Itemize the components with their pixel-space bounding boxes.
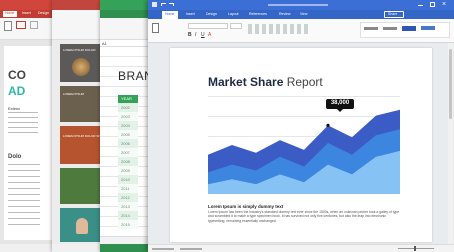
style-no-spacing[interactable] [383,27,397,30]
vertical-scrollbar[interactable] [448,43,453,244]
paste-icon[interactable] [152,23,159,33]
style-heading-1[interactable] [402,26,416,31]
share-label: Share [388,12,398,16]
slide-text-lines-2 [8,164,40,228]
person-image [76,218,88,234]
tab-review[interactable]: Review [279,12,290,16]
cell-reference: A1 [102,41,107,46]
bold-icon[interactable]: B [188,32,192,38]
underline-icon[interactable]: U [201,32,205,38]
writer-ribbon: B I U A [148,19,454,43]
writer-statusbar [148,244,454,252]
chart-title: Market Share Report [208,75,323,89]
slide-text-lines [8,112,38,134]
minimize-icon[interactable] [418,5,423,6]
year-cell[interactable]: 2007 [118,148,138,157]
tab-design[interactable]: Design [206,12,217,16]
chart-title-bold: Market Share [208,75,284,89]
save-icon[interactable] [152,2,157,7]
chart-title-light: Report [286,75,323,89]
title-text-placeholder [268,4,328,6]
year-cell[interactable]: 2006 [118,139,138,148]
year-cell[interactable]: 2010 [118,175,138,184]
styles-gallery[interactable] [360,22,450,38]
paste-icon[interactable] [4,21,12,31]
year-cell[interactable]: 2013 [118,202,138,211]
writer-tabbar: Home Insert Design Layout References Rev… [148,10,454,19]
italic-icon[interactable]: I [195,32,196,38]
callout-value: 38,000 [330,100,350,106]
writer-titlebar: × [148,0,454,10]
tab-insert[interactable]: Insert [22,11,31,15]
tab-insert[interactable]: Insert [186,12,195,16]
paragraph-controls[interactable] [248,24,308,34]
slide-thumb-1[interactable]: LOREM IPSUM DOLOR [60,44,104,82]
zoom-slider[interactable] [398,248,434,249]
font-color-icon[interactable]: A [208,32,211,38]
undo-icon[interactable] [161,3,166,6]
year-cell[interactable]: 2014 [118,211,138,220]
year-cell[interactable]: 2008 [118,157,138,166]
slide-thumb-2[interactable]: LOREM IPSUM [60,86,104,122]
zoom-slider-knob[interactable] [414,246,416,251]
layout-icon[interactable] [30,21,38,29]
slide-thumb-title: LOREM IPSUM DOLOR SIT [63,134,102,138]
font-name-select[interactable] [188,23,228,29]
new-slide-icon[interactable] [16,21,26,29]
year-cell[interactable]: 2005 [118,130,138,139]
document-page[interactable]: Market Share Report 38,000 Lorem Ipsum i… [170,48,432,242]
slide-title-line1: CO [8,68,26,82]
style-normal[interactable] [364,27,378,30]
slide-thumb-5[interactable] [60,208,104,242]
tab-design[interactable]: Design [38,11,49,15]
year-cell[interactable]: 2012 [118,193,138,202]
scrollbar-thumb[interactable] [449,49,452,119]
font-size-select[interactable] [230,23,242,29]
caption-text: Lorem Ipsum has been the industry's stan… [208,210,400,223]
word-count-indicator [180,248,202,250]
chart-callout: 38,000 [326,99,354,112]
close-icon[interactable]: × [442,1,446,9]
slide-title-line2: AD [8,84,26,98]
callout-point [326,123,330,127]
page-count-indicator [152,248,174,250]
tab-home-label: Home [165,12,175,16]
slide-heading-2: Dolo [8,154,22,160]
year-cell[interactable]: 2004 [118,121,138,130]
year-cell[interactable]: 2002 [118,103,138,112]
area-chart-svg [208,109,400,194]
year-cell[interactable]: 2011 [118,184,138,193]
year-cell[interactable]: 2015 [118,220,138,229]
year-cell[interactable]: 2009 [118,166,138,175]
slide-thumb-3[interactable]: LOREM IPSUM DOLOR SIT [60,126,104,164]
caption-heading: Lorem Ipsum is simply dummy text [208,204,284,209]
tab-references[interactable]: References [249,12,267,16]
slide-thumb-4[interactable] [60,168,104,204]
redo-icon[interactable] [169,3,174,6]
year-header: YEAR [118,95,138,103]
maximize-icon[interactable] [430,2,435,7]
slide-text-1: Extend [8,106,21,111]
tab-home-label: Home [5,11,15,15]
year-cell[interactable]: 2003 [118,112,138,121]
area-chart: 38,000 [208,96,400,194]
tab-layout[interactable]: Layout [228,12,239,16]
year-column: YEAR 2002 2003 2004 2005 2006 2007 2008 … [118,95,138,229]
slide-thumb-title: LOREM IPSUM DOLOR [63,48,96,52]
tab-view[interactable]: View [300,12,308,16]
callout-pointer [337,109,343,112]
slide-thumb-title: LOREM IPSUM [63,92,85,96]
food-image [72,58,90,76]
style-heading-2[interactable] [421,26,435,30]
writer-window: × Home Insert Design Layout References R… [148,0,454,252]
